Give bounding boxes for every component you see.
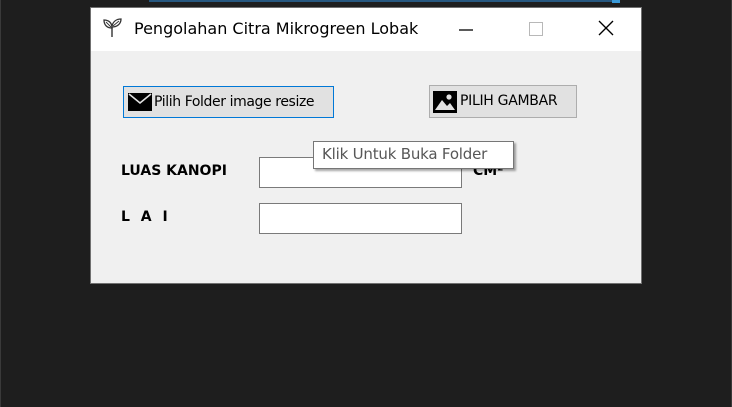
lai-label: L A I <box>121 209 171 225</box>
title-bar[interactable]: Pengolahan Citra Mikrogreen Lobak <box>91 8 641 51</box>
envelope-icon <box>128 92 152 116</box>
close-icon <box>598 20 614 36</box>
desktop: Pengolahan Citra Mikrogreen Lobak Pilih … <box>0 0 732 407</box>
select-image-button[interactable]: PILIH GAMBAR <box>429 85 577 118</box>
select-image-label: PILIH GAMBAR <box>460 93 558 109</box>
background-window-cursor <box>612 0 620 3</box>
minimize-icon <box>459 29 473 31</box>
close-button[interactable] <box>571 8 641 51</box>
folder-tooltip: Klik Untuk Buka Folder <box>313 141 514 169</box>
window-title: Pengolahan Citra Mikrogreen Lobak <box>134 19 419 38</box>
lai-field[interactable] <box>259 203 462 234</box>
select-folder-label: Pilih Folder image resize <box>154 94 315 110</box>
canopy-area-label: LUAS KANOPI <box>121 163 227 179</box>
sprout-icon <box>101 17 123 39</box>
image-icon <box>433 91 457 117</box>
maximize-button[interactable] <box>501 8 571 51</box>
maximize-icon <box>529 22 543 36</box>
app-window: Pengolahan Citra Mikrogreen Lobak Pilih … <box>91 8 641 283</box>
minimize-button[interactable] <box>431 8 501 51</box>
background-window-edge <box>149 0 619 2</box>
select-folder-button[interactable]: Pilih Folder image resize <box>123 86 334 118</box>
